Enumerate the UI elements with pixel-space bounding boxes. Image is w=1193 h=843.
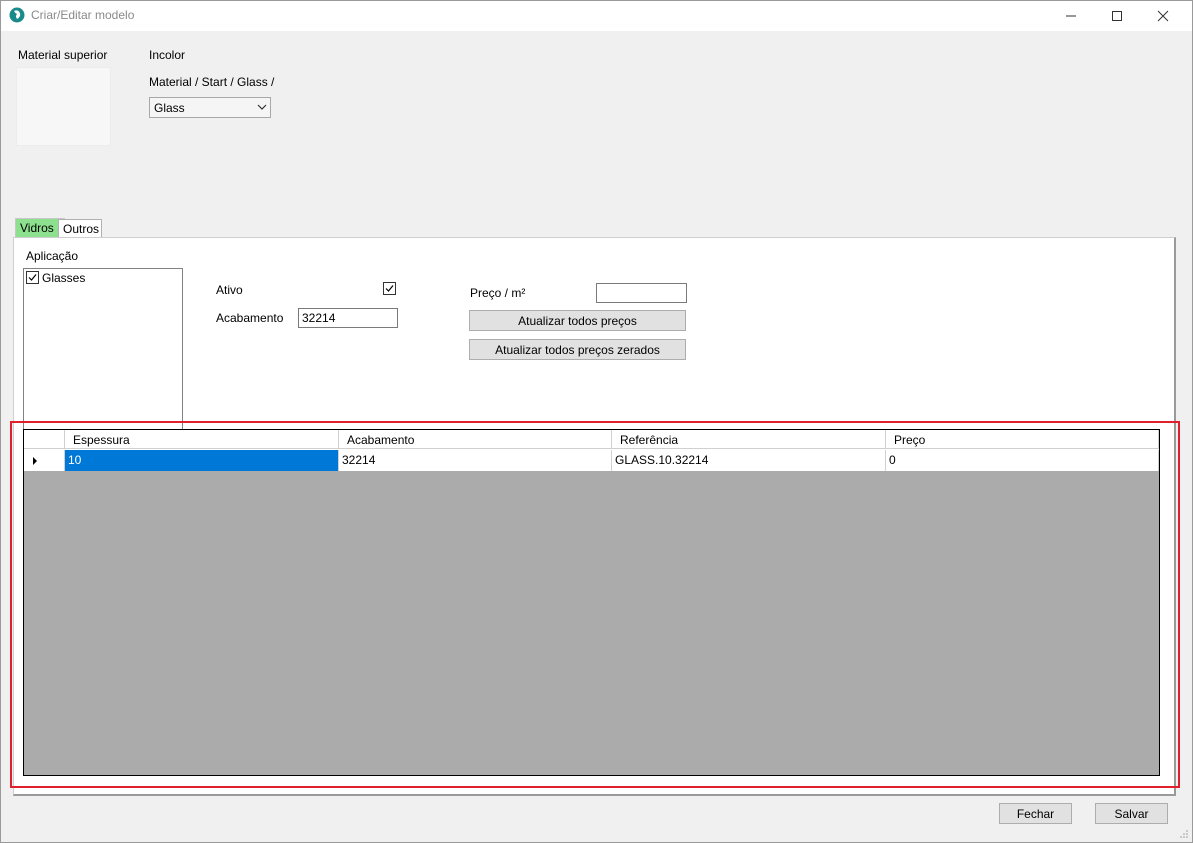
minimize-icon <box>1066 15 1076 16</box>
chevron-down-icon <box>257 104 267 110</box>
material-superior-label: Material superior <box>18 48 108 62</box>
list-item[interactable]: Glasses <box>25 270 181 285</box>
grid-header: Espessura Acabamento Referência Preço <box>24 430 1159 450</box>
update-zero-prices-button[interactable]: Atualizar todos preços zerados <box>469 339 686 360</box>
close-window-button[interactable] <box>1140 0 1186 31</box>
checkmark-icon <box>28 274 37 281</box>
window-title: Criar/Editar modelo <box>31 8 135 22</box>
data-grid[interactable]: Espessura Acabamento Referência Preço 10… <box>23 429 1160 776</box>
ativo-label: Ativo <box>216 283 243 297</box>
resize-grip-icon[interactable] <box>1179 829 1189 839</box>
cell-espessura[interactable]: 10 <box>65 450 339 471</box>
fechar-button[interactable]: Fechar <box>999 803 1072 824</box>
tab-outros[interactable]: Outros <box>58 219 102 238</box>
material-path-label: Material / Start / Glass / <box>149 75 275 89</box>
material-select-value: Glass <box>154 101 185 115</box>
material-preview <box>16 67 111 146</box>
ativo-checkbox[interactable] <box>383 282 396 295</box>
checkmark-icon <box>385 285 394 292</box>
title-bar <box>0 0 1193 31</box>
column-header-espessura[interactable]: Espessura <box>65 430 339 449</box>
preco-m2-label: Preço / m² <box>470 286 526 300</box>
preco-m2-input[interactable] <box>596 283 687 303</box>
acabamento-value: 32214 <box>302 311 336 325</box>
app-icon <box>9 7 25 23</box>
column-header-preco[interactable]: Preço <box>886 430 1159 449</box>
aplicacao-label: Aplicação <box>26 249 79 263</box>
current-row-arrow-icon <box>33 457 37 465</box>
maximize-button[interactable] <box>1094 0 1140 31</box>
acabamento-input[interactable]: 32214 <box>298 308 398 328</box>
cell-preco[interactable]: 0 <box>886 450 1159 471</box>
row-header[interactable] <box>24 450 65 471</box>
column-header-referencia[interactable]: Referência <box>612 430 886 449</box>
column-header-acabamento[interactable]: Acabamento <box>339 430 612 449</box>
color-label: Incolor <box>149 48 186 62</box>
cell-referencia[interactable]: GLASS.10.32214 <box>612 450 886 471</box>
update-all-prices-button[interactable]: Atualizar todos preços <box>469 310 686 331</box>
maximize-icon <box>1112 10 1122 21</box>
salvar-button[interactable]: Salvar <box>1095 803 1168 824</box>
close-icon <box>1157 10 1169 21</box>
material-select[interactable]: Glass <box>149 97 271 118</box>
applications-list[interactable]: Glasses <box>23 268 183 430</box>
table-row[interactable]: 10 32214 GLASS.10.32214 0 <box>24 450 1159 471</box>
glasses-label: Glasses <box>42 271 86 285</box>
header-corner <box>24 430 65 449</box>
minimize-button[interactable] <box>1048 0 1094 31</box>
glasses-checkbox[interactable] <box>26 271 39 284</box>
acabamento-label: Acabamento <box>216 311 284 325</box>
cell-acabamento[interactable]: 32214 <box>339 450 612 471</box>
